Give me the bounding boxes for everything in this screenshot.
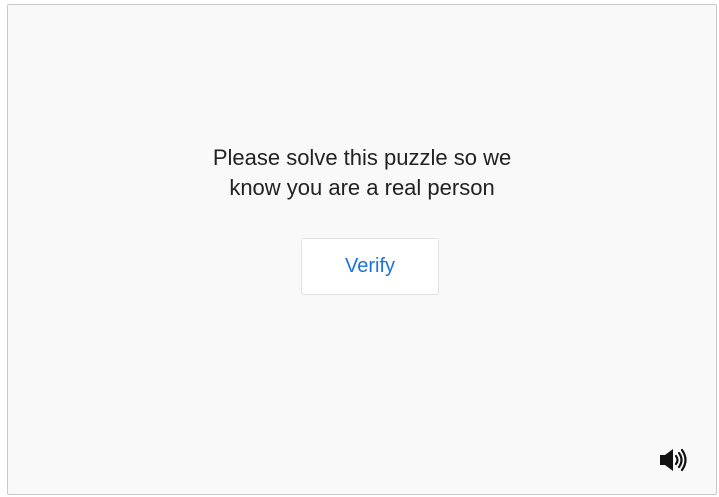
audio-challenge-button[interactable] <box>655 445 691 475</box>
verify-button[interactable]: Verify <box>301 238 439 295</box>
captcha-frame: Please solve this puzzle so we know you … <box>7 4 717 495</box>
prompt-line-1: Please solve this puzzle so we <box>212 145 512 170</box>
puzzle-prompt: Please solve this puzzle so we know you … <box>182 143 542 203</box>
prompt-line-2: know you are a real person <box>229 175 495 200</box>
speaker-volume-icon <box>660 448 687 472</box>
